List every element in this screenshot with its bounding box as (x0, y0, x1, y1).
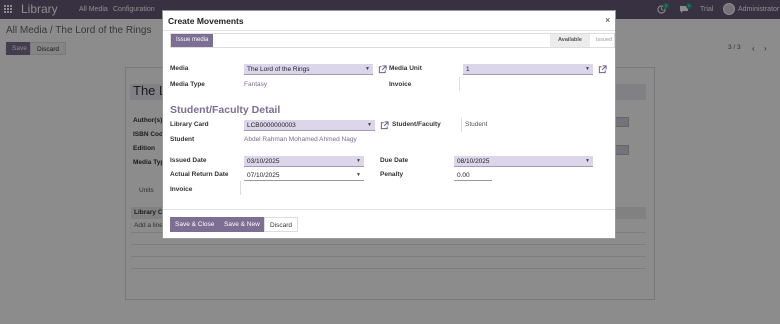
chevron-down-icon: ▼ (365, 66, 370, 72)
due-date-value: 08/10/2025 (457, 158, 490, 165)
media-label: Media (170, 65, 189, 72)
student-faculty-value: Student (465, 121, 488, 128)
library-card-select[interactable]: LCB0000000003 ▼ (244, 120, 375, 131)
actual-return-label: Actual Return Date (170, 171, 229, 178)
field-divider (240, 181, 241, 195)
media-select[interactable]: The Lord of the Rings ▼ (244, 64, 373, 75)
external-link-icon[interactable] (378, 65, 387, 74)
actual-return-value: 07/10/2025 (247, 172, 280, 179)
media-type-value: Fantasy (244, 81, 268, 88)
student-faculty-label: Student/Faculty (392, 121, 441, 128)
external-link-icon[interactable] (598, 65, 607, 74)
penalty-input[interactable]: 0.00 (454, 170, 492, 181)
penalty-label: Penalty (380, 171, 404, 178)
status-bar: Issue media Available Issued (170, 33, 615, 48)
save-new-button[interactable]: Save & New (219, 217, 265, 232)
footer-divider (163, 209, 615, 210)
due-date-input[interactable]: 08/10/2025 ▼ (454, 156, 593, 167)
issue-media-button[interactable]: Issue media (171, 34, 214, 47)
stage-issued[interactable]: Issued (592, 34, 616, 47)
media-unit-label: Media Unit (389, 65, 422, 72)
close-icon[interactable]: × (605, 15, 610, 25)
dialog-title: Create Movements (168, 16, 244, 26)
media-unit-value: 1 (466, 66, 470, 73)
student-label: Student (170, 136, 195, 143)
penalty-value: 0.00 (457, 172, 470, 179)
actual-return-input[interactable]: 07/10/2025 ▼ (244, 170, 364, 181)
student-value[interactable]: Abdel Rahman Mohamed Ahmed Nagy (244, 136, 357, 143)
chevron-down-icon: ▼ (585, 158, 590, 164)
media-type-label: Media Type (170, 81, 205, 88)
field-divider (459, 77, 460, 91)
discard-button[interactable]: Discard (264, 217, 299, 232)
stage-arrow (584, 34, 590, 46)
invoice-label-2: Invoice (170, 186, 193, 193)
create-movements-dialog: Create Movements × Issue media Available… (162, 10, 616, 239)
library-card-label: Library Card (170, 121, 209, 128)
media-unit-select[interactable]: 1 ▼ (463, 64, 593, 75)
issued-date-label: Issued Date (170, 157, 207, 164)
chevron-down-icon: ▼ (356, 158, 361, 164)
invoice-label: Invoice (389, 81, 412, 88)
save-close-button[interactable]: Save & Close (170, 217, 220, 232)
field-divider (461, 118, 462, 132)
library-card-value: LCB0000000003 (247, 122, 296, 129)
chevron-down-icon: ▼ (585, 66, 590, 72)
chevron-down-icon: ▼ (367, 122, 372, 128)
due-date-label: Due Date (380, 157, 409, 164)
issued-date-value: 03/10/2025 (247, 158, 280, 165)
section-title: Student/Faculty Detail (170, 104, 281, 116)
media-value: The Lord of the Rings (247, 66, 310, 73)
chevron-down-icon: ▼ (356, 172, 361, 178)
header-divider (163, 30, 615, 31)
external-link-icon[interactable] (380, 121, 389, 130)
issued-date-input[interactable]: 03/10/2025 ▼ (244, 156, 364, 167)
